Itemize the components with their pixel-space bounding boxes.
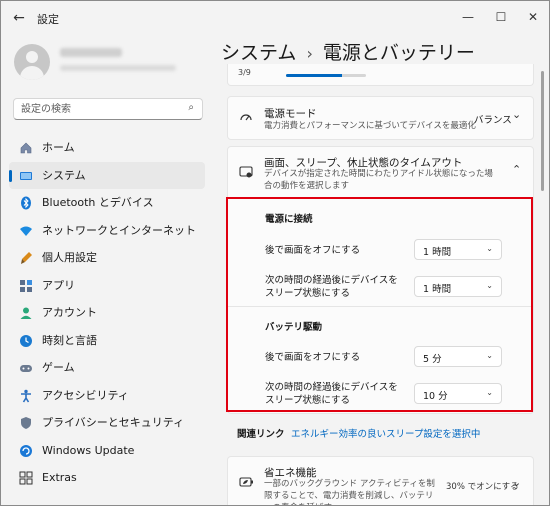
minimize-button[interactable]: — (453, 7, 483, 27)
battery-sleep-label: 次の時間の経過後にデバイスをスリープ状態にする (265, 382, 398, 406)
search-box[interactable]: ⌕ (13, 98, 203, 120)
chevron-up-icon[interactable]: ⌃ (512, 163, 521, 176)
sleep-timeout-header[interactable]: 画面、スリープ、休止状態のタイムアウト デバイスが指定された時間にわたりアイドル… (227, 146, 534, 198)
account-icon (20, 307, 32, 319)
app-title: 設定 (37, 13, 59, 26)
shield-icon (21, 417, 31, 429)
sidebar-item-label: ホーム (42, 141, 75, 154)
screen-sleep-icon (239, 166, 253, 178)
sidebar-item-windows-update[interactable]: Windows Update (9, 437, 205, 465)
dropdown-value: 1 時間 (423, 284, 452, 295)
sidebar-item-privacy[interactable]: プライバシーとセキュリティ (9, 409, 205, 437)
battery-leaf-icon (239, 477, 253, 487)
sidebar-nav: ホーム システム Bluetooth とデバイス ネットワークとインターネット … (9, 134, 205, 492)
sidebar-item-label: アカウント (42, 306, 97, 319)
plugged-screen-dropdown[interactable]: 1 時間 ⌄ (414, 239, 502, 260)
battery-usage-card: 3/9 (227, 64, 534, 86)
sidebar-item-accessibility[interactable]: アクセシビリティ (9, 382, 205, 410)
sidebar-item-label: Windows Update (42, 443, 135, 457)
power-mode-icon (240, 114, 252, 121)
battery-heading: バッテリ駆動 (265, 322, 323, 333)
power-mode-value[interactable]: バランス (474, 112, 512, 126)
sleep-timeout-desc: デバイスが指定された時間にわたりアイドル状態になった場合の動作を選択します (264, 169, 493, 191)
sidebar-item-system[interactable]: システム (9, 161, 205, 189)
avatar[interactable] (14, 44, 50, 80)
related-links-label: 関連リンク (237, 429, 285, 440)
breadcrumb-parent[interactable]: システム (221, 42, 296, 64)
plugged-sleep-dropdown[interactable]: 1 時間 ⌄ (414, 276, 502, 297)
maximize-button[interactable]: ☐ (486, 7, 516, 27)
title-bar: ← 設定 — ☐ ✕ (1, 1, 549, 35)
sidebar-item-label: Extras (42, 471, 77, 484)
chevron-down-icon: ⌄ (486, 351, 493, 360)
search-icon[interactable]: ⌕ (188, 102, 194, 113)
avatar-body-shape (20, 66, 44, 80)
dropdown-value: 1 時間 (423, 247, 452, 258)
chevron-down-icon: ⌄ (486, 244, 493, 253)
system-icon (20, 171, 32, 180)
sidebar-item-label: システム (42, 168, 86, 182)
accessibility-icon (21, 389, 31, 402)
sidebar-item-label: Bluetooth とデバイス (42, 196, 154, 209)
battery-screen-dropdown[interactable]: 5 分 ⌄ (414, 346, 502, 367)
update-icon (20, 444, 32, 457)
sidebar-item-label: 時刻と言語 (42, 333, 97, 347)
sidebar-item-label: 個人用設定 (42, 251, 97, 264)
sidebar-item-network[interactable]: ネットワークとインターネット (9, 217, 205, 245)
energy-saver-value[interactable]: 30% でオンにする (446, 480, 519, 492)
power-mode-desc: 電力消費とパフォーマンスに基づいてデバイスを最適化 (264, 121, 476, 131)
dropdown-value: 5 分 (423, 354, 442, 365)
sidebar-item-label: アプリ (42, 278, 75, 292)
game-icon (20, 365, 32, 372)
progress-text: 3/9 (238, 68, 251, 77)
apps-icon (20, 279, 32, 292)
sidebar-item-label: プライバシーとセキュリティ (42, 416, 185, 429)
sidebar-item-accounts[interactable]: アカウント (9, 299, 205, 327)
chevron-down-icon: ⌄ (486, 388, 493, 397)
sidebar-item-label: アクセシビリティ (42, 388, 129, 402)
page-title: システム › 電源とバッテリー (221, 38, 475, 65)
plugged-screen-label: 後で画面をオフにする (265, 245, 361, 256)
related-link[interactable]: エネルギー効率の良いスリープ設定を選択中 (291, 426, 480, 440)
breadcrumb-separator: › (306, 44, 313, 63)
avatar-head-shape (26, 51, 38, 63)
chevron-down-icon[interactable]: ⌄ (512, 476, 521, 489)
settings-window: ← 設定 — ☐ ✕ ⌕ ホーム システム Bluetooth とデバイス ネッ… (0, 0, 550, 506)
breadcrumb-current: 電源とバッテリー (322, 42, 475, 64)
battery-sleep-dropdown[interactable]: 10 分 ⌄ (414, 383, 502, 404)
sidebar-item-label: ネットワークとインターネット (42, 223, 196, 237)
chevron-down-icon[interactable]: ⌄ (512, 108, 521, 121)
progress-bar (286, 74, 366, 77)
sidebar-item-gaming[interactable]: ゲーム (9, 354, 205, 382)
sidebar-item-home[interactable]: ホーム (9, 134, 205, 162)
sidebar-item-time-language[interactable]: 時刻と言語 (9, 327, 205, 355)
dropdown-value: 10 分 (423, 391, 448, 402)
sidebar-item-extras[interactable]: Extras (9, 464, 205, 492)
plugged-in-heading: 電源に接続 (265, 214, 313, 225)
chevron-down-icon: ⌄ (486, 281, 493, 290)
bluetooth-icon (21, 196, 31, 210)
plugged-sleep-label: 次の時間の経過後にデバイスをスリープ状態にする (265, 275, 398, 299)
battery-screen-label: 後で画面をオフにする (265, 352, 361, 363)
sidebar-item-label: ゲーム (42, 361, 75, 374)
network-icon (20, 226, 32, 236)
extras-icon (19, 471, 33, 485)
back-arrow-icon[interactable]: ← (10, 9, 28, 27)
sidebar-item-bluetooth[interactable]: Bluetooth とデバイス (9, 189, 205, 217)
close-button[interactable]: ✕ (518, 7, 548, 27)
search-input[interactable] (21, 102, 181, 116)
brush-icon (21, 252, 32, 264)
clock-icon (20, 334, 32, 347)
power-mode-row[interactable]: 電源モード 電力消費とパフォーマンスに基づいてデバイスを最適化 バランス ⌄ (227, 96, 534, 140)
scrollbar[interactable] (541, 71, 544, 191)
profile-email-blurred (60, 65, 176, 71)
progress-fill (286, 74, 342, 77)
home-icon (20, 142, 32, 154)
energy-saver-desc: 一部のバックグラウンド アクティビティを制限することで、電力消費を削減し、バッテ… (264, 479, 435, 505)
sidebar-item-personalization[interactable]: 個人用設定 (9, 244, 205, 272)
power-mode-title: 電源モード (264, 108, 317, 120)
sidebar-item-apps[interactable]: アプリ (9, 272, 205, 300)
profile-name-blurred (60, 48, 122, 57)
energy-saver-row[interactable]: 省エネ機能 一部のバックグラウンド アクティビティを制限することで、電力消費を削… (227, 456, 534, 505)
